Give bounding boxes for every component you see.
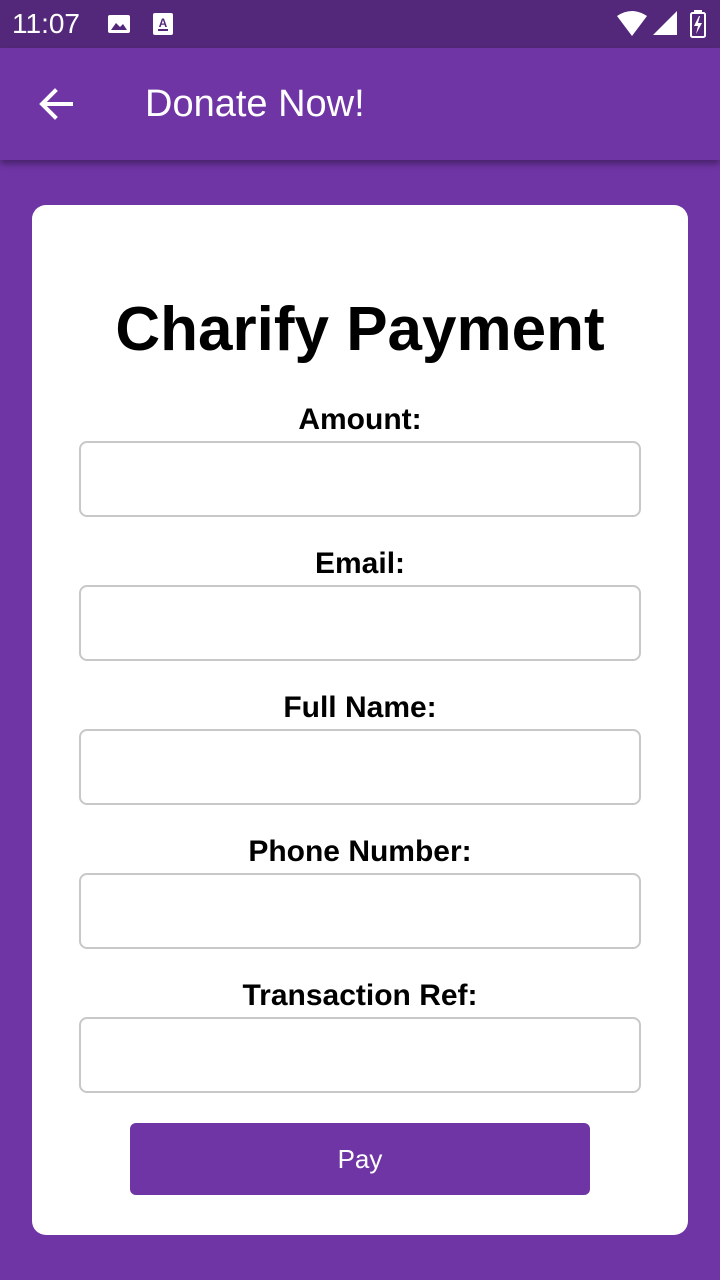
transaction-ref-label: Transaction Ref: [242,979,478,1012]
payment-form-card: Charify Payment Amount: Email: Full Name… [32,205,688,1235]
email-label: Email: [314,547,406,580]
svg-text:A: A [159,16,168,30]
amount-label: Amount: [298,403,422,436]
wifi-icon [617,11,647,36]
pay-button[interactable]: Pay [130,1123,590,1195]
font-download-icon: A [153,13,173,35]
full-name-label: Full Name: [283,691,437,724]
status-time: 11:07 [12,8,80,39]
amount-input[interactable] [79,441,641,517]
signal-icon [653,11,677,35]
phone-number-label: Phone Number: [248,835,472,868]
form-title: Charify Payment [115,295,605,364]
transaction-ref-input[interactable] [79,1017,641,1093]
email-input[interactable] [79,585,641,661]
status-bar: 11:07 A [0,0,720,48]
battery-charging-icon [690,10,706,38]
app-bar: Donate Now! [0,48,720,160]
back-button[interactable] [28,76,84,132]
page-title: Donate Now! [145,83,365,125]
phone-number-input[interactable] [79,873,641,949]
image-icon [108,15,130,33]
arrow-left-icon [39,88,73,120]
full-name-input[interactable] [79,729,641,805]
